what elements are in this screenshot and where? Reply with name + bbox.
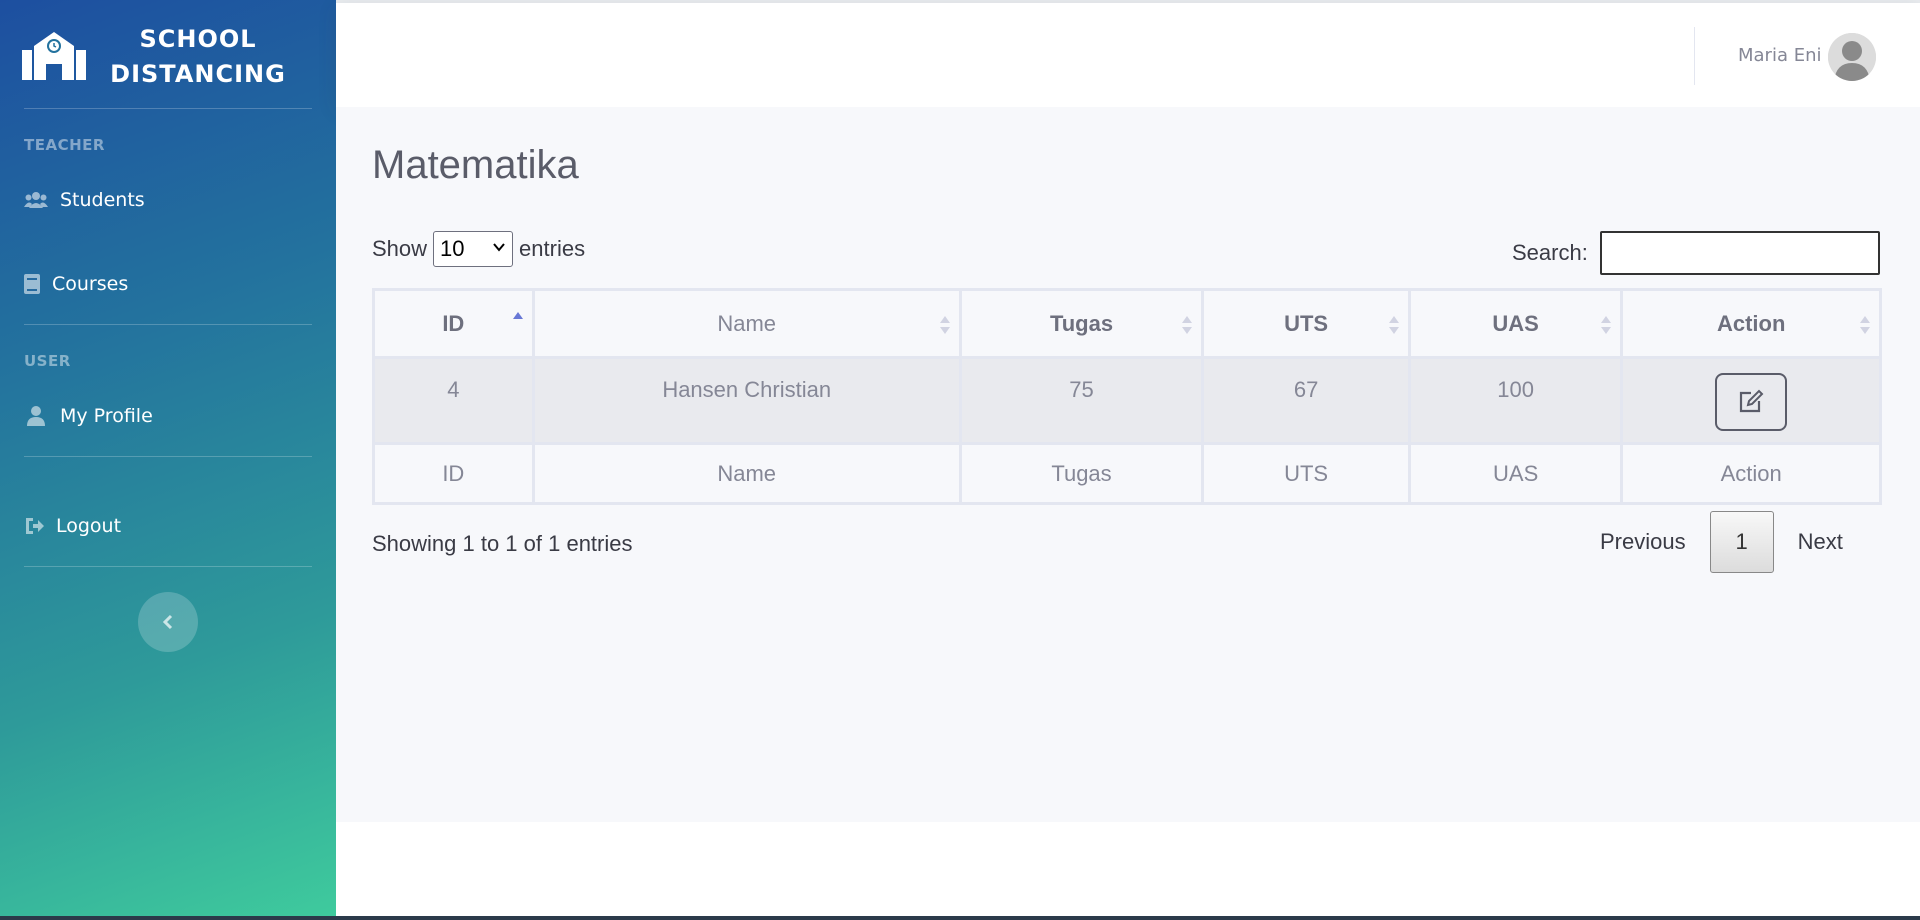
sidebar-divider [24, 566, 312, 567]
sidebar-heading-teacher: TEACHER [24, 136, 105, 154]
sidebar-divider [24, 324, 312, 325]
sidebar-divider [24, 108, 312, 109]
footer-name: Name [531, 442, 962, 505]
sidebar-item-students[interactable]: Students [24, 182, 145, 218]
search-control: Search: [1512, 231, 1880, 275]
length-suffix: entries [519, 236, 586, 261]
search-label: Search: [1512, 240, 1588, 265]
avatar[interactable] [1828, 33, 1876, 81]
entries-select-value: 10 [440, 236, 465, 261]
chevron-down-icon [493, 243, 505, 252]
footer-uas: UAS [1407, 442, 1624, 505]
table-row: 4 Hansen Christian 75 67 100 [372, 356, 1882, 445]
edit-icon [1740, 389, 1764, 413]
brand-name: SCHOOL DISTANCING [110, 22, 286, 92]
page-1-button[interactable]: 1 [1709, 511, 1774, 573]
cell-name: Hansen Christian [531, 356, 962, 445]
footer-tugas: Tugas [958, 442, 1205, 505]
entries-select[interactable]: 10 [433, 231, 514, 267]
user-icon [24, 404, 48, 428]
cell-uts: 67 [1201, 356, 1411, 445]
sort-icon [1388, 316, 1399, 334]
previous-page-button[interactable]: Previous [1576, 529, 1710, 555]
cell-tugas: 75 [958, 356, 1205, 445]
footer-action: Action [1620, 442, 1882, 505]
column-header-label: ID [442, 310, 465, 336]
sidebar-item-logout[interactable]: Logout [24, 508, 121, 544]
column-header-label: Name [717, 310, 777, 336]
sidebar-heading-user: USER [24, 352, 71, 370]
brand-line-1: SCHOOL [139, 25, 257, 53]
column-header-tugas[interactable]: Tugas [958, 288, 1205, 359]
sort-ascending-icon [512, 312, 523, 319]
page-title: Matematika [372, 143, 579, 187]
users-icon [24, 188, 48, 212]
sidebar-toggle-button[interactable] [138, 592, 198, 652]
sidebar-item-courses[interactable]: Courses [24, 266, 128, 302]
sidebar-divider [24, 456, 312, 457]
avatar-icon [1828, 33, 1876, 81]
chevron-left-icon [162, 614, 173, 630]
sidebar-item-label: Students [60, 189, 145, 211]
sign-out-icon [24, 514, 44, 538]
column-header-label: UTS [1284, 310, 1329, 336]
school-icon [22, 32, 86, 80]
topbar-divider [1694, 27, 1695, 85]
sidebar-item-label: Courses [52, 273, 129, 295]
sidebar: SCHOOL DISTANCING TEACHER Students Cours… [0, 0, 336, 920]
sort-icon [939, 316, 950, 334]
window-bottom-edge [0, 916, 1920, 920]
user-name[interactable]: Maria Eni [1738, 45, 1822, 66]
search-input[interactable] [1599, 231, 1880, 275]
column-header-name[interactable]: Name [531, 288, 962, 359]
table-info: Showing 1 to 1 of 1 entries [372, 531, 633, 556]
column-header-label: Tugas [1049, 310, 1114, 336]
cell-uas: 100 [1407, 356, 1624, 445]
main-content: Matematika Show 10 entries Search: ID Na… [336, 107, 1920, 822]
footer-uts: UTS [1201, 442, 1411, 505]
cell-id: 4 [372, 356, 535, 445]
entries-length-control: Show 10 entries [372, 231, 585, 267]
column-header-label: Action [1716, 310, 1786, 336]
book-icon [24, 272, 40, 296]
cell-action [1620, 356, 1882, 445]
column-header-uts[interactable]: UTS [1201, 288, 1411, 359]
pagination: Previous 1 Next [1576, 511, 1867, 573]
column-header-id[interactable]: ID [372, 288, 535, 359]
brand-line-2: DISTANCING [110, 60, 286, 88]
grades-table: ID Name Tugas UTS UAS Action 4 Hansen Ch… [372, 288, 1882, 505]
sidebar-item-label: Logout [56, 515, 122, 537]
sort-icon [1860, 316, 1870, 334]
topbar: Maria Eni [336, 3, 1920, 107]
column-header-action[interactable]: Action [1620, 288, 1882, 359]
table-footer-row: ID Name Tugas UTS UAS Action [372, 442, 1882, 505]
table-header-row: ID Name Tugas UTS UAS Action [372, 288, 1882, 359]
sidebar-item-label: My Profile [60, 405, 153, 427]
next-page-button[interactable]: Next [1774, 529, 1867, 555]
sort-icon [1601, 316, 1612, 334]
brand[interactable]: SCHOOL DISTANCING [0, 0, 336, 108]
column-header-label: UAS [1492, 310, 1539, 336]
sidebar-item-my-profile[interactable]: My Profile [24, 398, 153, 434]
footer-id: ID [372, 442, 535, 505]
column-header-uas[interactable]: UAS [1407, 288, 1624, 359]
length-prefix: Show [372, 236, 428, 261]
sort-icon [1182, 316, 1193, 334]
edit-button[interactable] [1715, 373, 1788, 431]
